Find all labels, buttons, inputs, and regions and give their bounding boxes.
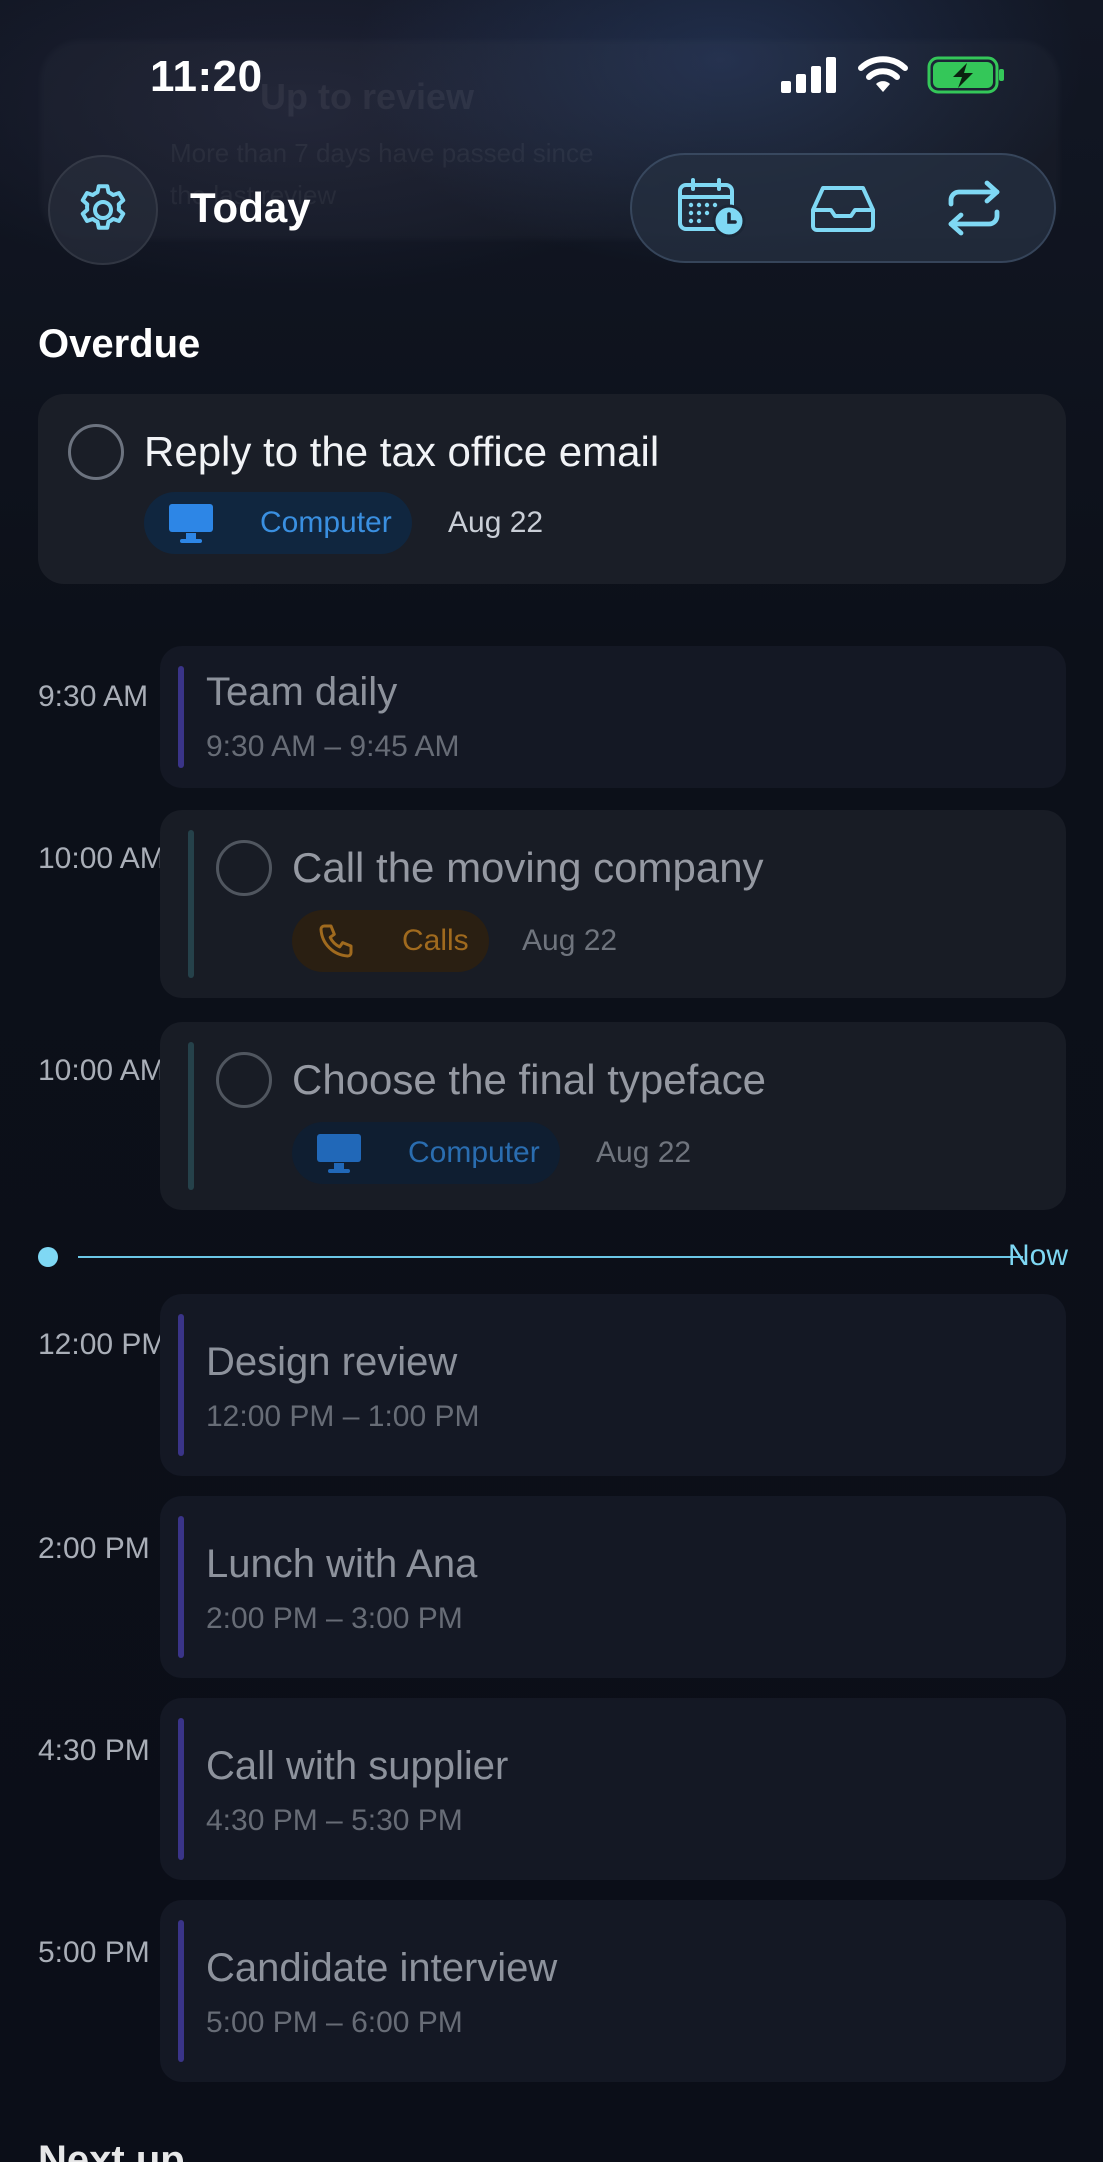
event-card[interactable]: Team daily 9:30 AM – 9:45 AM (160, 646, 1066, 788)
now-label: Now (1007, 1239, 1068, 1272)
context-chip-label: Computer (408, 1136, 540, 1169)
task-title: Reply to the tax office email (144, 428, 660, 475)
task-title: Choose the final typeface (292, 1056, 766, 1103)
context-chip[interactable]: Computer (292, 1122, 560, 1184)
event-card[interactable]: Design review 12:00 PM – 1:00 PM (160, 1294, 1066, 1476)
now-line (78, 1256, 1023, 1258)
task-checkbox[interactable] (68, 424, 124, 480)
repeat-button[interactable] (924, 158, 1024, 258)
section-title-next: Next up ... (38, 2138, 230, 2162)
time-label: 9:30 AM (38, 680, 149, 713)
event-card[interactable]: Candidate interview 5:00 PM – 6:00 PM (160, 1900, 1066, 2082)
inbox-tray-icon (810, 186, 875, 232)
time-label: 10:00 AM (38, 1054, 165, 1087)
monitor-icon (317, 1134, 361, 1173)
overdue-task-card[interactable]: Reply to the tax office email Computer A… (38, 394, 1066, 584)
status-time: 11:20 (150, 52, 263, 101)
task-accent-bar (188, 1042, 194, 1190)
status-icons (781, 56, 1007, 94)
settings-button[interactable] (48, 155, 158, 265)
time-label: 12:00 PM (38, 1328, 167, 1361)
ghost-notification-line1: More than 7 days have passed since (170, 138, 594, 168)
inbox-button[interactable] (793, 158, 893, 258)
repeat-arrows-icon (948, 180, 1000, 236)
event-title: Call with supplier (206, 1744, 509, 1788)
context-chip[interactable]: Computer (144, 492, 412, 554)
gear-icon (80, 184, 126, 230)
event-time-range: 5:00 PM – 6:00 PM (206, 2006, 463, 2039)
event-card[interactable]: Lunch with Ana 2:00 PM – 3:00 PM (160, 1496, 1066, 1678)
time-label: 4:30 PM (38, 1734, 150, 1767)
monitor-icon (169, 504, 213, 543)
task-title: Call the moving company (292, 844, 764, 891)
event-title: Lunch with Ana (206, 1542, 478, 1586)
event-time-range: 2:00 PM – 3:00 PM (206, 1602, 463, 1635)
ghost-notification-title: Up to review (260, 76, 475, 117)
header-action-group (630, 153, 1056, 263)
schedule-button[interactable] (662, 158, 762, 258)
event-time-range: 4:30 PM – 5:30 PM (206, 1804, 463, 1837)
event-accent-bar (178, 1718, 184, 1860)
today-screen: Up to review More than 7 days have passe… (0, 0, 1103, 2162)
context-chip-label: Calls (402, 924, 469, 957)
event-accent-bar (178, 1516, 184, 1658)
task-checkbox[interactable] (216, 1052, 272, 1108)
time-label: 5:00 PM (38, 1936, 150, 1969)
event-card[interactable]: Call with supplier 4:30 PM – 5:30 PM (160, 1698, 1066, 1880)
task-date: Aug 22 (522, 924, 618, 957)
task-card[interactable]: Call the moving company Calls Aug 22 (160, 810, 1066, 998)
now-dot (38, 1247, 58, 1267)
event-title: Candidate interview (206, 1946, 558, 1990)
event-title: Team daily (206, 670, 398, 714)
calendar-clock-icon (677, 178, 746, 238)
section-title-overdue: Overdue (38, 322, 201, 366)
task-card[interactable]: Choose the final typeface Computer Aug 2… (160, 1022, 1066, 1210)
task-checkbox[interactable] (216, 840, 272, 896)
event-time-range: 12:00 PM – 1:00 PM (206, 1400, 480, 1433)
battery-charging-icon (927, 56, 1004, 94)
now-indicator: Now (38, 1239, 1068, 1272)
page-title: Today (190, 184, 311, 231)
task-accent-bar (188, 830, 194, 978)
phone-icon (319, 924, 353, 958)
event-time-range: 9:30 AM – 9:45 AM (206, 730, 460, 763)
signal-icon (781, 57, 836, 93)
context-chip-label: Computer (260, 506, 392, 539)
event-title: Design review (206, 1340, 458, 1384)
time-label: 2:00 PM (38, 1532, 150, 1565)
task-date: Aug 22 (596, 1136, 692, 1169)
task-date: Aug 22 (448, 506, 544, 539)
event-accent-bar (178, 666, 184, 768)
context-chip[interactable]: Calls (292, 910, 489, 972)
time-label: 10:00 AM (38, 842, 165, 875)
event-accent-bar (178, 1920, 184, 2062)
wifi-icon (858, 56, 908, 92)
event-accent-bar (178, 1314, 184, 1456)
